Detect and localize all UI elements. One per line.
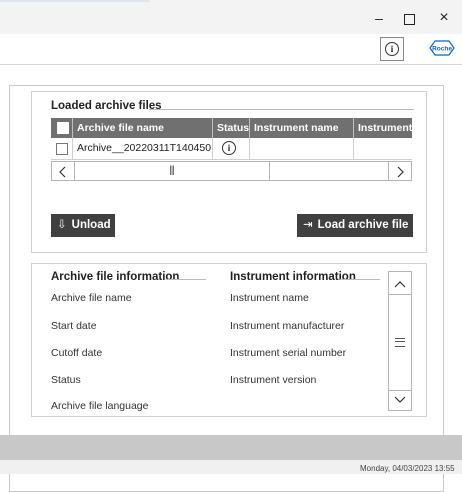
instrument-manufacturer-label: Instrument manufacturer [230,320,345,332]
taskbar: Monday, 04/03/2023 13:55 [0,460,462,474]
unload-button[interactable]: ⇩ Unload [51,214,115,237]
load-archive-file-label: Load archive file [317,219,409,231]
chevron-down-icon [394,396,406,403]
unload-label: Unload [71,219,111,231]
status-cell: i [213,138,250,159]
archive-files-table: Archive file name Status Instrument name… [51,118,412,190]
scroll-left-button[interactable] [52,162,75,180]
scroll-thumb[interactable]: ||| [74,162,270,180]
scroll-down-button[interactable] [389,388,411,410]
instrument-name-cell [250,138,354,159]
archive-file-language-label: Archive file language [51,400,149,412]
select-all-checkbox[interactable] [57,122,69,134]
info-icon: i [385,42,399,56]
instrument-name-label: Instrument name [230,292,309,304]
app-toolbar: i Roche [0,34,462,65]
table-row[interactable]: Archive__20220311T140450 i [51,138,412,160]
window-titlebar: – × [0,0,462,34]
horizontal-scrollbar[interactable]: ||| [51,161,412,181]
maximize-icon [403,13,415,25]
loaded-archive-files-group: Loaded archive files Archive file name S… [31,91,427,253]
vertical-scrollbar[interactable] [388,271,412,411]
maximize-button[interactable] [394,8,424,28]
column-archive-file-name[interactable]: Archive file name [73,118,213,138]
loaded-archive-files-title: Loaded archive files [51,100,162,112]
info-button[interactable]: i [380,37,404,61]
chevron-left-icon [59,166,66,178]
scroll-right-button[interactable] [388,162,411,180]
minimize-button[interactable]: – [364,8,394,28]
group-divider [166,279,206,280]
titlebar-accent [0,0,150,2]
instrument-cell [354,138,412,159]
archive-file-information-title: Archive file information [51,271,180,283]
chevron-right-icon [397,166,404,178]
archive-file-name-cell: Archive__20220311T140450 [73,138,213,159]
row-select-cell [51,138,73,159]
roche-logo: Roche [429,40,455,56]
load-icon: ⇥ [303,219,313,231]
scroll-thumb[interactable] [389,294,411,391]
scroll-up-button[interactable] [389,272,411,295]
column-status[interactable]: Status [213,118,250,138]
info-icon[interactable]: i [222,141,236,155]
table-header: Archive file name Status Instrument name… [51,118,412,138]
column-instrument-name[interactable]: Instrument name [250,118,354,138]
load-archive-file-button[interactable]: ⇥ Load archive file [297,214,413,237]
information-group: Archive file information Instrument info… [31,263,427,417]
row-checkbox[interactable] [56,143,68,155]
cutoff-date-label: Cutoff date [51,347,103,359]
instrument-serial-number-label: Instrument serial number [230,347,347,359]
group-divider [340,279,380,280]
start-date-label: Start date [51,320,97,332]
archive-file-name-label: Archive file name [51,292,132,304]
select-all-cell [51,118,73,138]
close-button[interactable]: × [429,8,459,28]
column-instrument[interactable]: Instrument [354,118,412,138]
instrument-information-title: Instrument information [230,271,356,283]
grip-icon [395,338,405,347]
chevron-up-icon [394,280,406,288]
unload-icon: ⇩ [57,219,67,231]
brand-text: Roche [432,46,452,53]
window-footer [0,435,462,460]
instrument-version-label: Instrument version [230,374,317,386]
taskbar-datetime: Monday, 04/03/2023 13:55 [360,464,455,473]
group-divider [149,109,414,110]
status-label: Status [51,374,81,386]
